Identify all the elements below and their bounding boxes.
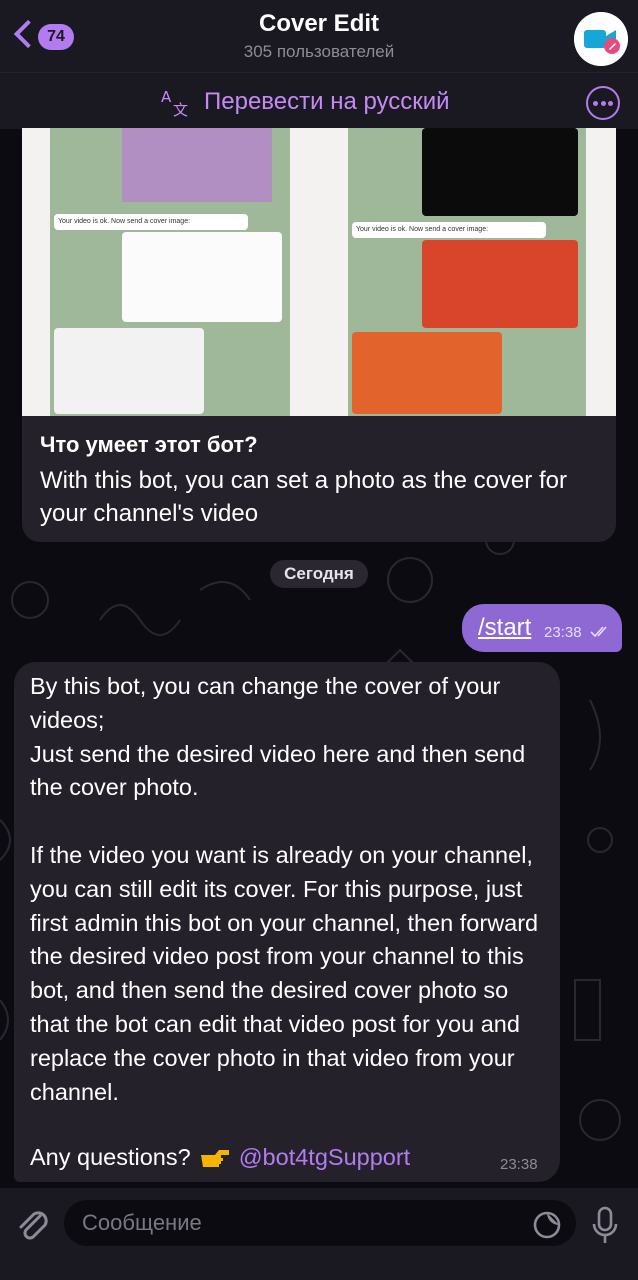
translate-label: Перевести на русский — [204, 88, 450, 115]
chat-subtitle: 305 пользователей — [243, 42, 395, 61]
translate-icon: A 文 — [161, 88, 188, 118]
outgoing-message[interactable]: /start 23:38 — [462, 604, 622, 652]
preview-screen-right: Your video is ok. Now send a cover image… — [348, 128, 586, 416]
svg-text:A: A — [161, 88, 172, 106]
more-options-button[interactable] — [586, 86, 620, 120]
unread-count-badge: 74 — [38, 24, 74, 50]
preview-caption-right: Your video is ok. Now send a cover image… — [352, 222, 546, 238]
intro-description: With this bot, you can set a photo as th… — [40, 467, 567, 527]
message-time: 23:38 — [500, 1156, 538, 1173]
message-placeholder: Сообщение — [82, 1210, 202, 1235]
support-mention-link[interactable]: @bot4tgSupport — [239, 1144, 411, 1171]
preview-screen-left: Your video is ok. Now send a cover image… — [50, 128, 290, 416]
bot-intro-card: Your video is ok. Now send a cover image… — [22, 128, 616, 542]
command-link[interactable]: /start — [478, 614, 531, 642]
microphone-icon[interactable] — [590, 1206, 620, 1246]
intro-preview-image: Your video is ok. Now send a cover image… — [22, 128, 616, 416]
bot-avatar[interactable] — [574, 12, 628, 66]
intro-heading: Что умеет этот бот? — [40, 432, 258, 457]
checkmarks-icon — [590, 626, 607, 638]
question-text: Any questions? — [30, 1144, 191, 1170]
more-icon-dot — [600, 101, 606, 106]
message-input-bar: Сообщение — [0, 1188, 638, 1280]
chat-title-block[interactable]: Cover Edit 305 пользователей — [160, 10, 478, 62]
preview-caption-left: Your video is ok. Now send a cover image… — [54, 214, 248, 230]
chat-title: Cover Edit — [258, 10, 380, 37]
more-icon-dot — [608, 101, 613, 106]
svg-text:文: 文 — [173, 101, 188, 118]
date-separator: Сегодня — [270, 560, 368, 588]
sticker-icon[interactable] — [532, 1210, 562, 1240]
video-camera-logo-icon — [574, 12, 628, 66]
paperclip-icon[interactable] — [14, 1204, 50, 1244]
message-text: By this bot, you can change the cover of… — [30, 673, 539, 1105]
message-input[interactable]: Сообщение — [64, 1200, 576, 1246]
chat-header: 74 Cover Edit 305 пользователей — [0, 0, 638, 72]
pointing-hand-icon — [200, 1149, 229, 1167]
incoming-message[interactable]: By this bot, you can change the cover of… — [14, 662, 560, 1182]
translate-bar[interactable]: A 文 Перевести на русский — [0, 72, 638, 129]
message-time: 23:38 — [544, 624, 582, 641]
back-button[interactable]: 74 — [8, 18, 80, 58]
more-icon — [593, 101, 598, 106]
